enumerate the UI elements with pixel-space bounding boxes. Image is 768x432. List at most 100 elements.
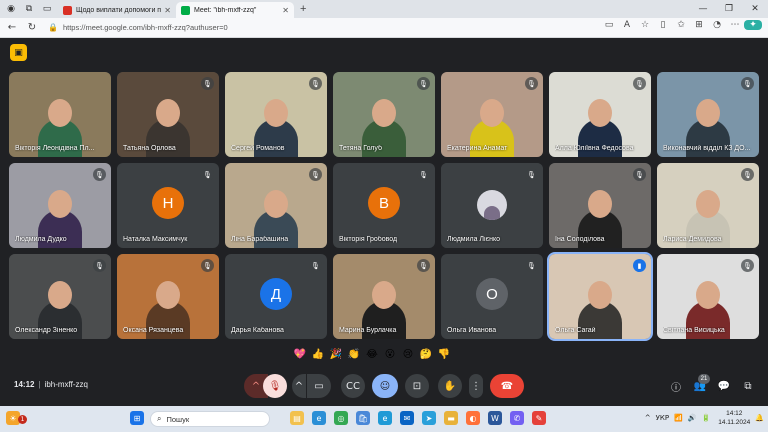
- participant-tile[interactable]: 🎙 Лариса Демидова: [657, 163, 759, 248]
- file-explorer-icon[interactable]: ▤: [290, 411, 304, 425]
- folder-icon[interactable]: ▬: [444, 411, 458, 425]
- people-icon[interactable]: 👥 21: [692, 374, 710, 394]
- participant-name: Світлана Висицька: [663, 327, 725, 334]
- language-indicator[interactable]: УКР: [656, 414, 669, 422]
- url-field[interactable]: 🔒 https://meet.google.com/ibh-mxff-zzq?a…: [48, 21, 518, 35]
- tray-chevron-icon[interactable]: ^: [645, 414, 651, 422]
- collections-icon[interactable]: ⊞: [690, 20, 708, 30]
- battery-icon[interactable]: 🔋: [702, 414, 711, 422]
- microphone-button[interactable]: 🎙: [263, 374, 287, 398]
- favorite-star-icon[interactable]: ☆: [636, 20, 654, 30]
- reload-icon[interactable]: ↻: [24, 22, 40, 33]
- participant-tile[interactable]: 🎙 Екатерина Анамат: [441, 72, 543, 157]
- participant-tile[interactable]: 🎙 Ліна Барабашина: [225, 163, 327, 248]
- minimize-button[interactable]: —: [690, 0, 716, 18]
- profile-icon[interactable]: ◉: [4, 2, 18, 16]
- notifications-bell-icon[interactable]: 🔔: [755, 414, 764, 422]
- clock[interactable]: 14:12 14.11.2024: [718, 409, 750, 427]
- favorites-icon[interactable]: ✩: [672, 20, 690, 30]
- more-options-icon[interactable]: ⋯: [726, 20, 744, 30]
- meet-favicon-icon: [181, 5, 190, 15]
- back-icon[interactable]: ←: [4, 22, 20, 33]
- participant-tile[interactable]: ▮ Ольга Сагай: [547, 252, 653, 341]
- chrome-icon[interactable]: ◎: [334, 411, 348, 425]
- mail-icon[interactable]: ✉: [400, 411, 414, 425]
- telegram-icon[interactable]: ➤: [422, 411, 436, 425]
- chat-icon[interactable]: 💬: [716, 378, 732, 394]
- participant-name: Дарья Кабанова: [231, 327, 284, 334]
- wifi-icon[interactable]: 📶: [674, 414, 683, 422]
- meeting-details-icon[interactable]: ⓘ: [668, 378, 684, 394]
- windows-start-icon[interactable]: ⊞: [130, 411, 144, 425]
- read-aloud-icon[interactable]: A: [618, 20, 636, 30]
- more-options-button[interactable]: ⋮: [469, 374, 483, 398]
- mic-off-icon: 🎙: [93, 259, 106, 272]
- mic-off-icon: 🎙: [309, 259, 322, 272]
- reaction-emoji[interactable]: 👍: [311, 347, 325, 361]
- close-window-button[interactable]: ✕: [742, 0, 768, 18]
- leave-call-button[interactable]: ☎: [490, 374, 524, 398]
- mic-off-icon: 🎙: [309, 77, 322, 90]
- taskbar-search[interactable]: ⌕ Пошук: [150, 411, 270, 427]
- participant-tile[interactable]: Н 🎙 Наталка Максимчук: [117, 163, 219, 248]
- reaction-emoji[interactable]: 👎: [437, 347, 451, 361]
- participant-tile[interactable]: 🎙 Світлана Висицька: [657, 254, 759, 339]
- emoji-reactions-button[interactable]: ☺: [372, 374, 398, 398]
- participant-tile[interactable]: 🎙 Іна Солоділова: [549, 163, 651, 248]
- tab-meet[interactable]: Meet: "ibh-mxff-zzq" ✕: [176, 2, 294, 18]
- participant-tile[interactable]: 🎙 Тетяна Голуб: [333, 72, 435, 157]
- lock-icon[interactable]: 🔒: [48, 23, 58, 32]
- participant-tile[interactable]: 🎙 Людмила Дудко: [9, 163, 111, 248]
- participant-tile[interactable]: В 🎙 Вікторія Гробовод: [333, 163, 435, 248]
- reaction-emoji[interactable]: 😢: [401, 347, 415, 361]
- profile-avatar-icon[interactable]: ◔: [708, 20, 726, 30]
- participant-tile[interactable]: 🎙 Виконавчий відділ КЗ ДО...: [657, 72, 759, 157]
- captions-button[interactable]: CC: [341, 374, 365, 398]
- maximize-button[interactable]: ❐: [716, 0, 742, 18]
- participant-tile[interactable]: Вікторія Леонідівна Пл...: [9, 72, 111, 157]
- copilot-icon[interactable]: ✦: [744, 20, 762, 30]
- participant-tile[interactable]: 🎙 Татьяна Орлова: [117, 72, 219, 157]
- weather-icon[interactable]: ☀ 1: [6, 411, 27, 425]
- present-screen-button[interactable]: ⊡: [405, 374, 429, 398]
- reaction-emoji[interactable]: 💖: [293, 347, 307, 361]
- search-icon: ⌕: [157, 414, 162, 423]
- volume-icon[interactable]: 🔊: [688, 414, 697, 422]
- edge-icon[interactable]: e: [312, 411, 326, 425]
- camera-button[interactable]: ▭: [307, 374, 331, 398]
- tab-actions-icon[interactable]: ▭: [40, 2, 54, 16]
- video-options-button[interactable]: ^: [292, 374, 306, 398]
- reaction-emoji[interactable]: 😮: [383, 347, 397, 361]
- close-tab-icon[interactable]: ✕: [164, 6, 171, 15]
- mic-off-icon: 🎙: [201, 77, 214, 90]
- participant-face: [480, 99, 504, 127]
- reaction-emoji[interactable]: 👏: [347, 347, 361, 361]
- split-screen-icon[interactable]: ▯: [654, 20, 672, 30]
- reaction-emoji[interactable]: 🎉: [329, 347, 343, 361]
- viber-icon[interactable]: ✆: [510, 411, 524, 425]
- firefox-icon[interactable]: ◐: [466, 411, 480, 425]
- paint-icon[interactable]: ✎: [532, 411, 546, 425]
- reaction-emoji[interactable]: 😂: [365, 347, 379, 361]
- activities-icon[interactable]: ⧉: [740, 378, 756, 394]
- participant-tile[interactable]: 🎙 Марина Бурлачка: [333, 254, 435, 339]
- store-icon[interactable]: 🛍: [356, 411, 370, 425]
- word-icon[interactable]: W: [488, 411, 502, 425]
- edge-active-icon[interactable]: e: [378, 411, 392, 425]
- close-tab-icon[interactable]: ✕: [282, 6, 289, 15]
- raise-hand-button[interactable]: ✋: [438, 374, 462, 398]
- participant-tile[interactable]: 🎙 Сергей Романов: [225, 72, 327, 157]
- camera-in-use-icon[interactable]: ▭: [600, 20, 618, 30]
- participant-tile[interactable]: 🎙 Людмила Лієнко: [441, 163, 543, 248]
- participant-tile[interactable]: О 🎙 Ольга Иванова: [441, 254, 543, 339]
- participant-tile[interactable]: 🎙 Оксана Рязанцева: [117, 254, 219, 339]
- reaction-emoji[interactable]: 🤔: [419, 347, 433, 361]
- participant-tile[interactable]: Д 🎙 Дарья Кабанова: [225, 254, 327, 339]
- presentation-icon[interactable]: ▣: [10, 44, 27, 61]
- workspaces-icon[interactable]: ⧉: [22, 2, 36, 16]
- new-tab-button[interactable]: +: [300, 3, 306, 15]
- participant-name: Тетяна Голуб: [339, 145, 382, 152]
- participant-tile[interactable]: 🎙 Алла Юліївна Федосова: [549, 72, 651, 157]
- tab-document[interactable]: Щодо виплати допомоги при п... ✕: [58, 2, 176, 18]
- participant-tile[interactable]: 🎙 Олександр Зіненко: [9, 254, 111, 339]
